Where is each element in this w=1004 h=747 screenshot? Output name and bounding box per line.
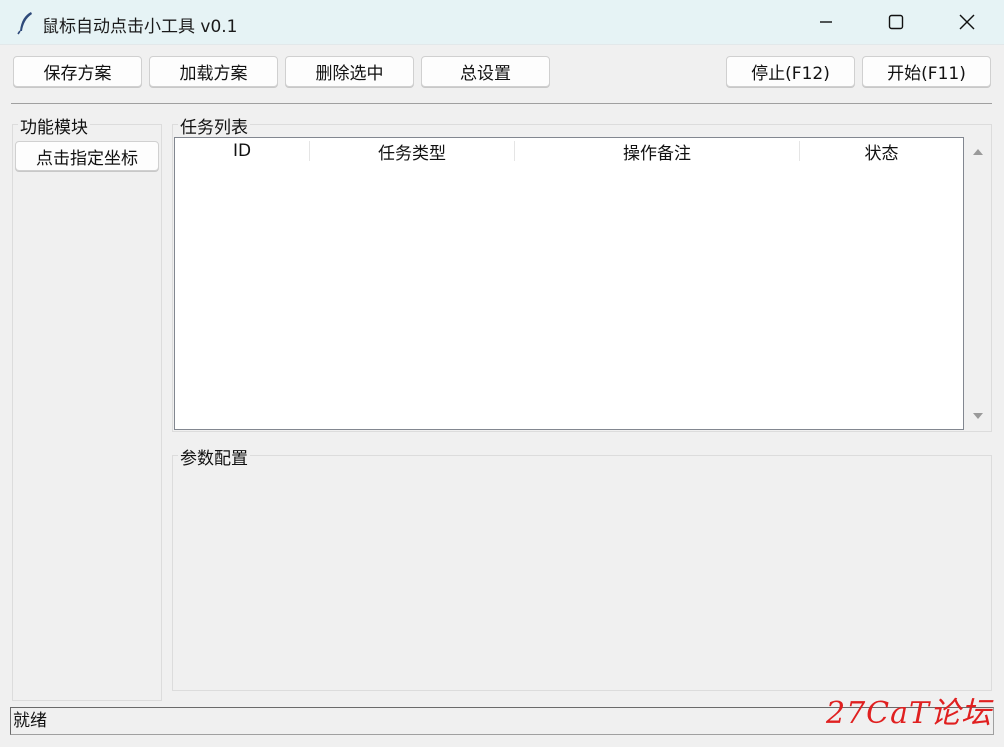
modules-frame [12,124,162,701]
minimize-button[interactable] [803,0,849,45]
column-header-status[interactable]: 状态 [800,138,963,164]
params-title: 参数配置 [178,444,250,469]
close-button[interactable] [944,0,990,45]
params-frame [172,455,992,691]
task-table[interactable]: ID 任务类型 操作备注 状态 [174,137,964,430]
column-header-notes[interactable]: 操作备注 [515,138,799,164]
scroll-down-icon[interactable] [971,409,985,423]
close-icon [959,14,975,30]
feather-icon [16,11,36,35]
watermark: 27CaT论坛 [826,696,993,731]
tasks-title: 任务列表 [178,113,250,138]
save-scheme-button[interactable]: 保存方案 [13,56,142,87]
start-button[interactable]: 开始(F11) [862,56,991,87]
task-table-header: ID 任务类型 操作备注 状态 [175,138,963,164]
minimize-icon [820,21,832,23]
stop-button[interactable]: 停止(F12) [726,56,855,87]
click-coordinate-module-button[interactable]: 点击指定坐标 [15,141,159,171]
maximize-icon [888,14,904,30]
delete-selected-button[interactable]: 删除选中 [285,56,414,87]
task-table-scrollbar[interactable] [966,137,990,430]
column-header-task-type[interactable]: 任务类型 [310,138,514,164]
global-settings-button[interactable]: 总设置 [421,56,550,87]
maximize-button[interactable] [873,0,919,45]
modules-title: 功能模块 [18,113,90,138]
toolbar-separator [11,103,992,104]
load-scheme-button[interactable]: 加载方案 [149,56,278,87]
column-header-id[interactable]: ID [175,138,309,164]
title-bar[interactable]: 鼠标自动点击小工具 v0.1 [0,0,1004,45]
scroll-up-icon[interactable] [971,145,985,159]
status-text: 就绪 [13,711,47,731]
window-title: 鼠标自动点击小工具 v0.1 [42,17,238,37]
